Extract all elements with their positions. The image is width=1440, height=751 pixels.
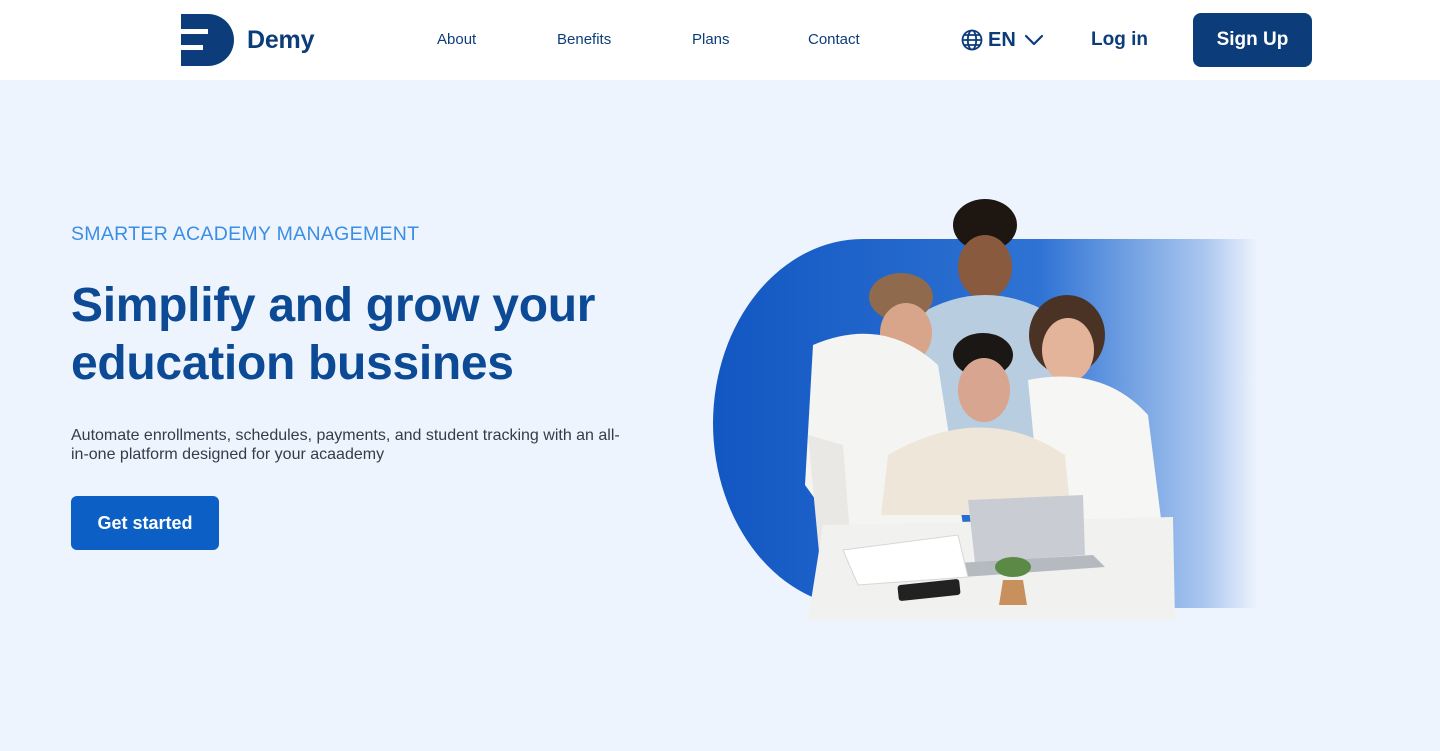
language-code: EN <box>988 28 1016 51</box>
brand-name: Demy <box>247 25 315 54</box>
nav-plans-link[interactable]: Plans <box>692 31 730 49</box>
language-selector[interactable]: EN <box>961 27 1044 53</box>
hero-team-image <box>713 199 1258 620</box>
headline-line-1: Simplify and grow your <box>71 279 596 332</box>
nav-contact-link[interactable]: Contact <box>808 31 860 49</box>
nav-benefits-link[interactable]: Benefits <box>557 31 611 49</box>
hero-headline: Simplify and grow your education bussine… <box>71 277 671 393</box>
signup-button[interactable]: Sign Up <box>1193 13 1312 67</box>
hero-subtext: Automate enrollments, schedules, payment… <box>71 427 620 463</box>
hero-eyebrow: SMARTER ACADEMY MANAGEMENT <box>71 223 420 245</box>
site-header: Demy About Benefits Plans Contact EN Log… <box>0 0 1440 80</box>
get-started-button[interactable]: Get started <box>71 496 219 550</box>
chevron-down-icon <box>1024 34 1043 46</box>
demy-logo-icon <box>181 14 234 66</box>
login-link[interactable]: Log in <box>1091 29 1148 51</box>
logo-link[interactable]: Demy <box>181 14 314 66</box>
headline-line-2: education bussines <box>71 337 514 390</box>
globe-icon <box>961 29 983 51</box>
nav-about-link[interactable]: About <box>437 31 476 49</box>
